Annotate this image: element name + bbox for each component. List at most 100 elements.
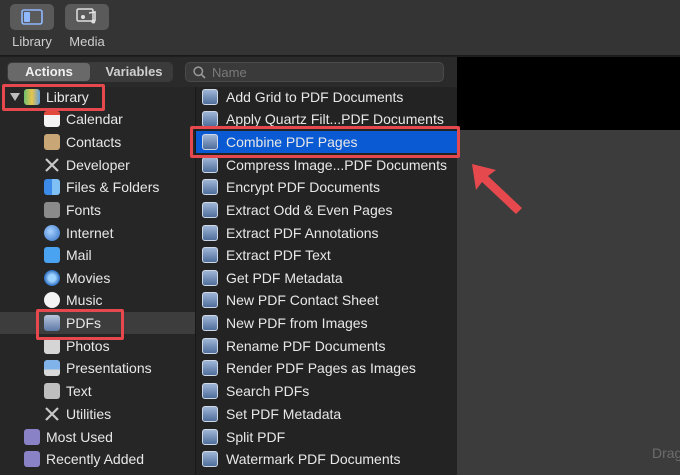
sidebar-item-utilities[interactable]: Utilities xyxy=(0,403,195,425)
sidebar-item-label: Music xyxy=(66,292,103,308)
search-field[interactable] xyxy=(185,62,444,82)
action-item-extract-annotations[interactable]: Extract PDF Annotations xyxy=(196,222,458,244)
sidebar-item-label: Movies xyxy=(66,270,111,286)
search-row: Actions Variables xyxy=(0,57,457,87)
action-item-label: Get PDF Metadata xyxy=(226,270,343,286)
action-item-label: Split PDF xyxy=(226,429,286,445)
media-toolbar-button[interactable]: Media xyxy=(64,4,110,49)
photos-icon xyxy=(44,338,60,354)
action-item-set-pdf-metadata[interactable]: Set PDF Metadata xyxy=(196,403,458,425)
action-item-label: Rename PDF Documents xyxy=(226,338,386,354)
action-item-label: New PDF Contact Sheet xyxy=(226,292,379,308)
library-pane: Library Calendar Contacts Developer File… xyxy=(0,87,195,475)
sidebar-item-movies[interactable]: Movies xyxy=(0,267,195,289)
sidebar-item-label: Internet xyxy=(66,225,114,241)
action-item-label: Set PDF Metadata xyxy=(226,406,342,422)
sidebar-icon xyxy=(10,4,54,30)
sidebar-item-internet[interactable]: Internet xyxy=(0,222,195,244)
action-item-label: Apply Quartz Filt...PDF Documents xyxy=(226,111,444,127)
sidebar-item-calendar[interactable]: Calendar xyxy=(0,108,195,130)
pdf-action-icon xyxy=(202,292,218,308)
pdf-action-icon xyxy=(202,383,218,399)
sidebar-item-presentations[interactable]: Presentations xyxy=(0,357,195,379)
pdf-action-icon xyxy=(202,111,218,127)
search-icon xyxy=(193,66,206,79)
sidebar-item-label: Recently Added xyxy=(46,451,145,467)
smart-folder-icon xyxy=(24,429,40,445)
smart-folder-icon xyxy=(24,451,40,467)
contacts-icon xyxy=(44,134,60,150)
action-item-search-pdfs[interactable]: Search PDFs xyxy=(196,380,458,402)
sidebar-item-label: Calendar xyxy=(66,111,123,127)
pdf-action-icon xyxy=(202,89,218,105)
workflow-area: Drag xyxy=(457,57,680,475)
media-icon xyxy=(65,4,109,30)
globe-icon xyxy=(44,225,60,241)
tab-variables[interactable]: Variables xyxy=(97,63,171,81)
sidebar-item-music[interactable]: Music xyxy=(0,289,195,311)
sidebar-item-label: Contacts xyxy=(66,134,122,150)
finder-icon xyxy=(44,179,60,195)
sidebar-item-label: Files & Folders xyxy=(66,179,160,195)
pdf-action-icon xyxy=(202,338,218,354)
utilities-icon xyxy=(44,406,60,422)
action-item-add-grid[interactable]: Add Grid to PDF Documents xyxy=(196,86,458,108)
sidebar-item-label: Mail xyxy=(66,247,92,263)
pdf-action-icon xyxy=(202,360,218,376)
action-item-rename-pdf[interactable]: Rename PDF Documents xyxy=(196,335,458,357)
action-item-extract-pdf-text[interactable]: Extract PDF Text xyxy=(196,244,458,266)
action-item-split-pdf[interactable]: Split PDF xyxy=(196,426,458,448)
sidebar-item-label: Photos xyxy=(66,338,110,354)
sidebar-item-mail[interactable]: Mail xyxy=(0,244,195,266)
drag-hint-text: Drag xyxy=(652,445,680,461)
sidebar-item-text[interactable]: Text xyxy=(0,380,195,402)
action-item-encrypt-pdf[interactable]: Encrypt PDF Documents xyxy=(196,176,458,198)
action-item-get-pdf-metadata[interactable]: Get PDF Metadata xyxy=(196,267,458,289)
pdf-action-icon xyxy=(202,247,218,263)
action-item-label: Render PDF Pages as Images xyxy=(226,360,416,376)
action-item-new-pdf-from-images[interactable]: New PDF from Images xyxy=(196,312,458,334)
library-toolbar-label: Library xyxy=(12,34,52,49)
annotation-box-combine-pdf-pages xyxy=(190,126,460,158)
action-item-label: Extract Odd & Even Pages xyxy=(226,202,393,218)
action-item-label: Add Grid to PDF Documents xyxy=(226,89,404,105)
action-item-label: Extract PDF Annotations xyxy=(226,225,379,241)
sidebar-item-label: Most Used xyxy=(46,429,113,445)
sidebar-item-most-used[interactable]: Most Used xyxy=(0,426,195,448)
action-item-label: Search PDFs xyxy=(226,383,310,399)
sidebar-item-developer[interactable]: Developer xyxy=(0,154,195,176)
fonts-icon xyxy=(44,202,60,218)
sidebar-item-files-folders[interactable]: Files & Folders xyxy=(0,176,195,198)
sidebar-item-recently-added[interactable]: Recently Added xyxy=(0,448,195,470)
search-input[interactable] xyxy=(212,64,437,80)
media-toolbar-label: Media xyxy=(69,34,105,49)
toolbar: Library Media xyxy=(0,0,680,56)
action-item-label: Compress Image...PDF Documents xyxy=(226,157,447,173)
action-item-watermark-pdf[interactable]: Watermark PDF Documents xyxy=(196,448,458,470)
developer-tools-icon xyxy=(44,157,60,173)
actions-variables-segmented-control: Actions Variables xyxy=(7,62,173,82)
sidebar-item-label: Utilities xyxy=(66,406,112,422)
tab-actions[interactable]: Actions xyxy=(8,63,90,81)
action-item-label: Extract PDF Text xyxy=(226,247,331,263)
action-item-new-contact-sheet[interactable]: New PDF Contact Sheet xyxy=(196,289,458,311)
sidebar-item-contacts[interactable]: Contacts xyxy=(0,131,195,153)
annotation-box-pdfs xyxy=(36,309,124,340)
action-item-label: Watermark PDF Documents xyxy=(226,451,401,467)
action-item-extract-odd-even[interactable]: Extract Odd & Even Pages xyxy=(196,199,458,221)
pdf-action-icon xyxy=(202,270,218,286)
movies-icon xyxy=(44,270,60,286)
pdf-action-icon xyxy=(202,225,218,241)
mail-icon xyxy=(44,247,60,263)
library-toolbar-button[interactable]: Library xyxy=(9,4,55,49)
pdf-action-icon xyxy=(202,179,218,195)
action-item-label: Encrypt PDF Documents xyxy=(226,179,381,195)
action-item-render-pages-as-images[interactable]: Render PDF Pages as Images xyxy=(196,357,458,379)
pdf-action-icon xyxy=(202,451,218,467)
sidebar-item-fonts[interactable]: Fonts xyxy=(0,199,195,221)
presentation-icon xyxy=(44,360,60,376)
pdf-action-icon xyxy=(202,202,218,218)
pdf-action-icon xyxy=(202,406,218,422)
annotation-arrow-icon xyxy=(472,164,522,214)
sidebar-item-label: Fonts xyxy=(66,202,102,218)
